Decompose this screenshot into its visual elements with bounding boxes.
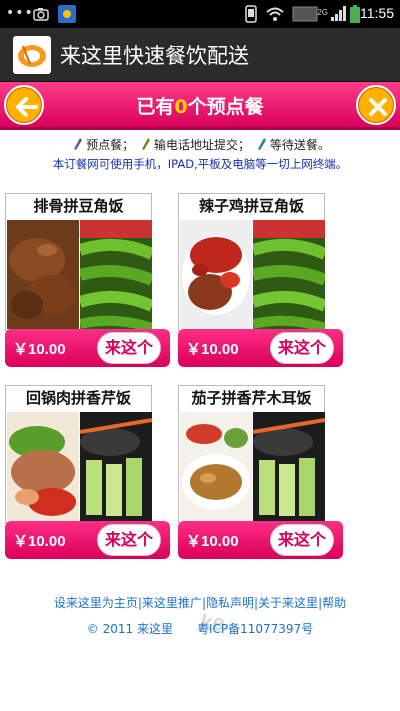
menu-item-price: ￥10.00 [186, 341, 239, 358]
price-bar: ￥10.00 来这个 [178, 329, 343, 367]
icp-number[interactable]: 粤ICP备11077397号 [197, 622, 313, 636]
clock: 11:55 [360, 5, 394, 21]
phone-icon [245, 5, 257, 23]
menu-item: 茄子拼香芹木耳饭 ￥10.00 来这个 [178, 385, 343, 561]
signal-icon [331, 6, 346, 21]
order-button[interactable]: 来这个 [97, 332, 161, 364]
device-notice: 本订餐网可使用手机，IPAD,平板及电脑等一切上网终端。 [52, 157, 348, 171]
footer-link-homepage[interactable]: 设来这里为主页 [54, 596, 138, 610]
menu-item-name: 辣子鸡拼豆角饭 [198, 197, 304, 215]
close-icon [369, 98, 387, 116]
camera-icon [33, 8, 49, 21]
order-steps: 预点餐； 输电话地址提交； 等待送餐。 [0, 136, 400, 153]
wifi-icon [266, 7, 284, 21]
menu-item-price: ￥10.00 [186, 533, 239, 550]
signal-blocked-icon [292, 6, 318, 22]
menu-item-price: ￥10.00 [13, 533, 66, 550]
spicy-chicken-photo [180, 220, 252, 329]
app-title-bar: 来这里快速餐饮配送 [0, 28, 400, 82]
order-button[interactable]: 来这个 [97, 524, 161, 556]
battery-icon [350, 5, 360, 23]
pork-ribs-photo [7, 220, 79, 329]
menu-item: 排骨拼豆角饭 ￥10.00 来这个 [5, 193, 170, 369]
eggplant-photo [180, 412, 252, 521]
footer-link-privacy[interactable]: 隐私声明 [206, 596, 254, 610]
order-count-suffix: 个预点餐 [187, 96, 264, 118]
order-button[interactable]: 来这个 [270, 524, 334, 556]
footer-link-help[interactable]: 帮助 [322, 596, 346, 610]
twice-cooked-pork-photo [7, 412, 79, 521]
status-dots: ••• [6, 5, 34, 21]
copyright: © 2011 来这里 [86, 622, 173, 636]
price-bar: ￥10.00 来这个 [178, 521, 343, 559]
footer-link-promote[interactable]: 来这里推广 [142, 596, 202, 610]
weather-icon [58, 5, 76, 23]
menu-item: 辣子鸡拼豆角饭 ￥10.00 来这个 [178, 193, 343, 369]
status-bar: ••• 2G 11:55 [0, 0, 400, 28]
price-bar: ￥10.00 来这个 [5, 329, 170, 367]
footer-link-about[interactable]: 关于来这里 [258, 596, 318, 610]
app-title: 来这里快速餐饮配送 [60, 44, 249, 68]
menu-item-price: ￥10.00 [13, 341, 66, 358]
step-2: 输电话地址提交； [153, 138, 250, 152]
menu-item: 回锅肉拼香芹饭 ￥10.00 来这个 [5, 385, 170, 561]
menu-item-name: 茄子拼香芹木耳饭 [191, 389, 312, 407]
green-beans-photo [253, 220, 325, 329]
network-type: 2G [317, 8, 328, 17]
price-bar: ￥10.00 来这个 [5, 521, 170, 559]
order-count-title: 已有0个预点餐 [0, 92, 400, 119]
step-1: 预点餐； [86, 138, 135, 152]
marker-icon [257, 138, 266, 150]
footer-links: 设来这里为主页|来这里推广|隐私声明|关于来这里|帮助 [53, 596, 347, 610]
pencil-icon [74, 138, 83, 150]
green-beans-photo [80, 220, 152, 329]
close-button[interactable] [356, 85, 396, 125]
menu-item-name: 回锅肉拼香芹饭 [25, 389, 131, 407]
menu-item-name: 排骨拼豆角饭 [33, 197, 124, 215]
celery-mushroom-photo [80, 412, 152, 521]
celery-mushroom-photo [253, 412, 325, 521]
order-button[interactable]: 来这个 [270, 332, 334, 364]
order-count: 0 [174, 96, 188, 118]
order-count-prefix: 已有 [136, 96, 175, 118]
step-3: 等待送餐。 [269, 138, 330, 152]
pen-icon [141, 138, 150, 150]
order-header-bar: 已有0个预点餐 [0, 82, 400, 130]
restaurant-logo-icon [13, 36, 51, 74]
footer-copyright-line: © 2011 来这里 粤ICP备11077397号 [0, 620, 400, 637]
